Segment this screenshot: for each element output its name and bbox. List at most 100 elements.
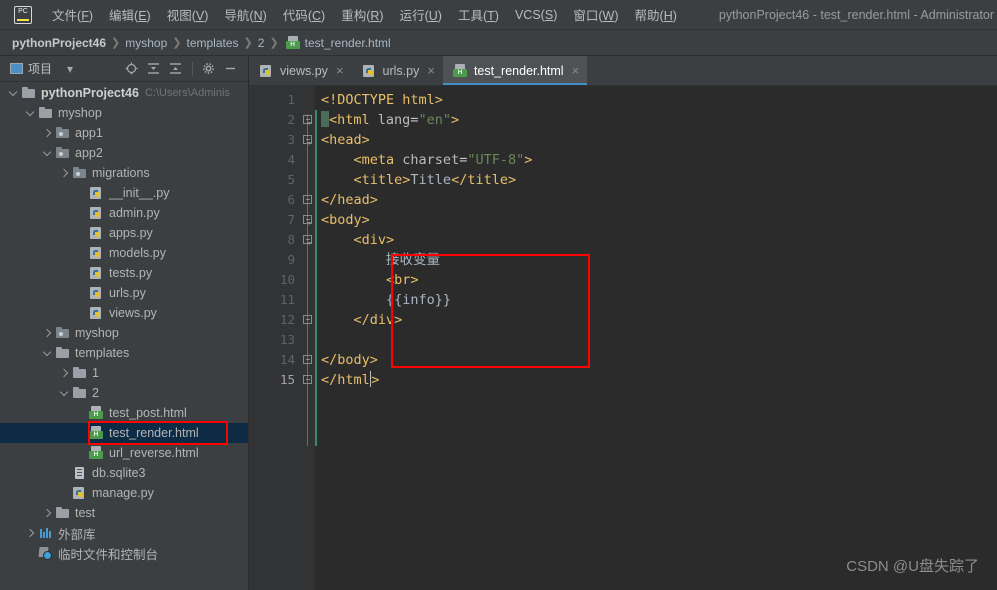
breadcrumb-item-file[interactable]: test_render.html (305, 36, 391, 50)
collapse-all-icon[interactable] (165, 59, 185, 79)
tree-item-urls-py[interactable]: urls.py (0, 283, 248, 303)
project-toolbar: 项目 ▾ (0, 56, 248, 82)
tab-close-icon[interactable]: × (336, 64, 344, 77)
tree-item-label: url_reverse.html (109, 446, 199, 460)
chevron-down-icon[interactable] (8, 88, 19, 99)
pycharm-logo-bar (17, 18, 29, 21)
tree-item-test-render-html[interactable]: Htest_render.html (0, 423, 248, 443)
tree-item-db-sqlite3[interactable]: db.sqlite3 (0, 463, 248, 483)
menu-item-refactor[interactable]: 重构(R) (333, 2, 391, 27)
html-file-icon: H (89, 426, 105, 440)
tree-item-label: myshop (75, 326, 119, 340)
fold-toggle-line2[interactable] (301, 110, 315, 130)
tab-close-icon[interactable]: × (572, 64, 580, 77)
fold-toggle-line3[interactable] (301, 130, 315, 150)
menu-item-vcs[interactable]: VCS(S) (507, 5, 565, 25)
chevron-down-icon[interactable]: ▾ (60, 59, 80, 79)
line-number: 13 (279, 332, 295, 347)
menu-item-file[interactable]: 文件(F) (44, 2, 101, 27)
tree-item-2[interactable]: 2 (0, 383, 248, 403)
fold-toggle-line7[interactable] (301, 210, 315, 230)
tree-item-test[interactable]: test (0, 503, 248, 523)
tree-item-apps-py[interactable]: apps.py (0, 223, 248, 243)
breadcrumb-item-templates[interactable]: templates (187, 36, 239, 50)
folder-icon (55, 346, 71, 360)
chevron-right-icon[interactable] (42, 508, 53, 519)
tab-urls-py[interactable]: urls.py × (352, 56, 443, 85)
menu-bar: PC 文件(F) 编辑(E) 视图(V) 导航(N) 代码(C) 重构(R) 运… (0, 0, 997, 30)
code-line-4: <meta charset="UTF-8"> (353, 152, 533, 168)
menu-item-run[interactable]: 运行(U) (392, 2, 450, 27)
tree-item--[interactable]: 外部库 (0, 523, 248, 543)
code-line-6: </head> (321, 192, 378, 208)
tree-item-migrations[interactable]: migrations (0, 163, 248, 183)
breadcrumb-item-myshop[interactable]: myshop (125, 36, 167, 50)
chevron-right-icon[interactable] (59, 368, 70, 379)
code-editor[interactable]: 1 2 3 4 5 6 7 8 9 10 11 12 13 14 15 <!DO… (249, 86, 997, 590)
menu-item-edit[interactable]: 编辑(E) (101, 2, 159, 27)
tree-item-myshop[interactable]: myshop (0, 323, 248, 343)
fold-toggle-line6[interactable] (301, 190, 315, 210)
tree-item-1[interactable]: 1 (0, 363, 248, 383)
menu-item-navigate[interactable]: 导航(N) (216, 2, 274, 27)
line-number: 9 (287, 252, 295, 267)
line-number-current: 15 (279, 372, 295, 387)
tree-item-test-post-html[interactable]: Htest_post.html (0, 403, 248, 423)
gear-icon[interactable] (198, 59, 218, 79)
code-text-area[interactable]: <!DOCTYPE html> <html lang="en"> <head> … (315, 86, 997, 590)
tree-item-label: 外部库 (58, 527, 96, 542)
tree-item--init-py[interactable]: __init__.py (0, 183, 248, 203)
chevron-down-icon[interactable] (42, 148, 53, 159)
tab-views-py[interactable]: views.py × (249, 56, 352, 85)
code-folding-gutter[interactable] (301, 86, 315, 590)
menu-item-tools[interactable]: 工具(T) (450, 2, 507, 27)
menu-item-view[interactable]: 视图(V) (159, 2, 217, 27)
expand-all-icon[interactable] (143, 59, 163, 79)
fold-toggle-line12[interactable] (301, 310, 315, 330)
tree-item-views-py[interactable]: views.py (0, 303, 248, 323)
breadcrumb-item-project[interactable]: pythonProject46 (12, 36, 106, 50)
code-line-12: </div> (353, 312, 403, 328)
chevron-down-icon[interactable] (59, 388, 70, 399)
editor-area: views.py × urls.py × H test_render.html … (249, 56, 997, 590)
chevron-right-icon[interactable] (42, 328, 53, 339)
chevron-right-icon[interactable] (42, 128, 53, 139)
python-file-icon (89, 206, 105, 220)
module-folder-icon (55, 126, 71, 140)
tree-item-label: pythonProject46 (41, 86, 139, 100)
tree-item-app2[interactable]: app2 (0, 143, 248, 163)
tree-item--[interactable]: 临时文件和控制台 (0, 543, 248, 563)
tree-item-label: tests.py (109, 266, 153, 280)
tree-item-models-py[interactable]: models.py (0, 243, 248, 263)
menu-item-window[interactable]: 窗口(W) (565, 2, 626, 27)
chevron-right-icon[interactable] (25, 528, 36, 539)
tree-item-templates[interactable]: templates (0, 343, 248, 363)
locate-icon[interactable] (121, 59, 141, 79)
folder-icon (55, 506, 71, 520)
tree-item-admin-py[interactable]: admin.py (0, 203, 248, 223)
breadcrumb-item-2[interactable]: 2 (258, 36, 265, 50)
tree-item-tests-py[interactable]: tests.py (0, 263, 248, 283)
tab-test-render-html[interactable]: H test_render.html × (442, 56, 588, 85)
fold-toggle-line14[interactable] (301, 350, 315, 370)
editor-tab-bar: views.py × urls.py × H test_render.html … (249, 56, 997, 86)
chevron-right-icon[interactable] (59, 168, 70, 179)
project-tree[interactable]: pythonProject46 C:\Users\Adminis myshop app… (0, 83, 248, 590)
tree-item-manage-py[interactable]: manage.py (0, 483, 248, 503)
chevron-down-icon[interactable] (25, 108, 36, 119)
code-line-1: <!DOCTYPE html> (321, 92, 443, 108)
fold-toggle-line15[interactable] (301, 370, 315, 390)
python-file-icon (89, 186, 105, 200)
chevron-down-icon[interactable] (42, 348, 53, 359)
tree-item-pythonproject46[interactable]: pythonProject46 C:\Users\Adminis (0, 83, 248, 103)
tree-item-myshop[interactable]: myshop (0, 103, 248, 123)
minimize-icon[interactable] (220, 59, 240, 79)
fold-toggle-line8[interactable] (301, 230, 315, 250)
menu-item-code[interactable]: 代码(C) (275, 2, 333, 27)
tree-item-app1[interactable]: app1 (0, 123, 248, 143)
tab-close-icon[interactable]: × (427, 64, 435, 77)
tree-item-url-reverse-html[interactable]: Hurl_reverse.html (0, 443, 248, 463)
menu-item-help[interactable]: 帮助(H) (627, 2, 685, 27)
